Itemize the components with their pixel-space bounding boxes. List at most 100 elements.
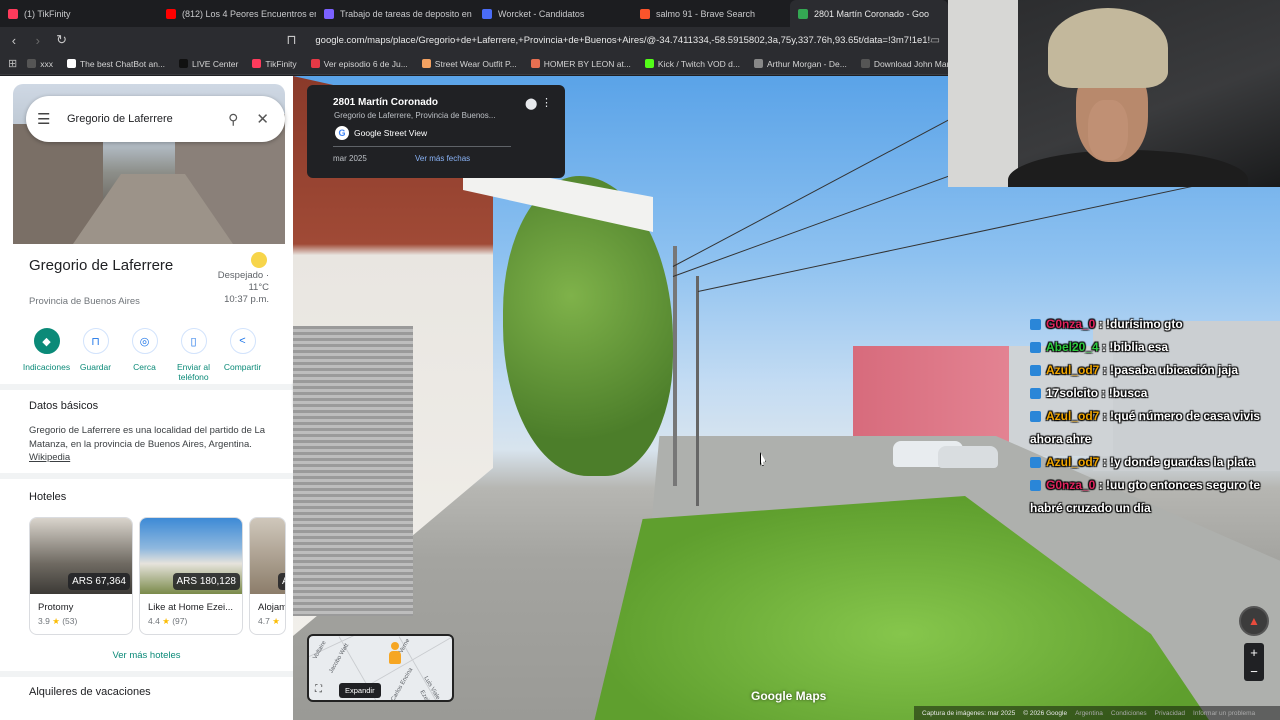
bookmark-label: Arthur Morgan - De...: [766, 58, 847, 69]
rating-value: 4.4: [148, 616, 160, 626]
hotel-card[interactable]: ARS 67,364 Protomy 3.9 ★ (53): [29, 517, 133, 635]
forward-icon[interactable]: ›: [28, 30, 48, 50]
nearby-icon: ◎: [131, 328, 158, 354]
bookmark-icon[interactable]: ⊓: [282, 30, 302, 50]
browser-tab[interactable]: salmo 91 - Brave Search: [632, 0, 790, 27]
menu-icon[interactable]: ☰: [37, 110, 53, 128]
send-to-phone-button[interactable]: ▯ Enviar al teléfono: [169, 328, 218, 382]
url-field[interactable]: google.com/maps/place/Gregorio+de+Laferr…: [315, 30, 930, 50]
nearby-button[interactable]: ◎ Cerca: [120, 328, 169, 382]
tab-favicon-icon: [798, 8, 808, 19]
search-icon[interactable]: ⚲: [228, 111, 238, 128]
review-count: (97): [172, 616, 188, 626]
chat-message: Azul_od7 : !qué número de casa vivis aho…: [1030, 405, 1280, 451]
compass-icon[interactable]: ▲: [1239, 606, 1269, 636]
star-icon: ★: [52, 616, 60, 626]
divider: [0, 384, 293, 390]
tab-label: (1) TikFinity: [24, 8, 71, 19]
platform-badge-icon: [1030, 457, 1041, 469]
tab-bar: (1) TikFinity (812) Los 4 Peores Encuentr…: [0, 0, 948, 27]
chat-message: Azul_od7 : !y donde guardas la plata: [1030, 451, 1280, 474]
action-label: Enviar al teléfono: [176, 362, 211, 382]
street-view-info-card: 2801 Martín Coronado Gregorio de Laferre…: [307, 85, 565, 178]
bookmark-favicon-icon: [421, 59, 431, 68]
bookmark-item[interactable]: Download John Mar...: [860, 58, 957, 69]
webcam-overlay: [948, 0, 1280, 187]
bookmark-label: HOMER BY LEON at...: [543, 58, 631, 69]
expand-button[interactable]: Expandir: [339, 683, 381, 698]
power-line: [697, 174, 1246, 292]
back-icon[interactable]: ‹: [4, 30, 24, 50]
chat-username: G0nza_0: [1046, 317, 1096, 331]
hotel-card[interactable]: A Alojam 4.7 ★: [249, 517, 286, 635]
browser-tab[interactable]: Worcket - Candidatos: [474, 0, 632, 27]
chat-text: : !biblia esa: [1102, 340, 1169, 354]
browser-tab[interactable]: Trabajo de tareas de deposito en Ma: [316, 0, 474, 27]
browser-tab[interactable]: 2801 Martín Coronado - Goo: [790, 0, 948, 27]
bookmark-label: Ver episodio 6 de Ju...: [323, 58, 408, 69]
footer-link[interactable]: Argentina: [1075, 710, 1103, 717]
capture-date: mar 2025: [333, 154, 367, 163]
more-options-icon[interactable]: ⋮: [541, 96, 552, 109]
tab-label: salmo 91 - Brave Search: [656, 8, 756, 19]
fullscreen-icon[interactable]: ⛶: [315, 684, 322, 695]
zoom-in-button[interactable]: +: [1244, 643, 1264, 662]
chat-message: 17solcito : !busca: [1030, 382, 1280, 405]
directions-button[interactable]: ◆ Indicaciones: [22, 328, 71, 382]
divider: [333, 146, 511, 147]
footer-link[interactable]: Privacidad: [1155, 710, 1185, 717]
save-button[interactable]: ⊓ Guardar: [71, 328, 120, 382]
utility-pole: [673, 246, 677, 486]
bookmark-label: Download John Mar...: [873, 58, 957, 69]
minimap[interactable]: Voltaire Jacobo Watt Verne Carlos Encina…: [307, 634, 454, 702]
wikipedia-link[interactable]: Wikipedia: [29, 452, 70, 463]
platform-badge-icon: [1030, 480, 1041, 492]
tab-favicon-icon: [8, 8, 18, 19]
basics-description: Gregorio de Laferrere es una localidad d…: [29, 424, 269, 465]
hotel-photo: A: [250, 518, 285, 594]
copyright: © 2026 Google: [1023, 709, 1068, 717]
hotel-photo: ARS 67,364: [30, 518, 132, 594]
bookmark-item[interactable]: LIVE Center: [179, 59, 238, 69]
action-label: Guardar: [79, 362, 112, 372]
rolling-shutter: [293, 326, 413, 616]
screen-icon[interactable]: ▭: [931, 35, 940, 46]
share-button[interactable]: < Compartir: [218, 328, 267, 382]
rating-value: 3.9: [38, 616, 50, 626]
bookmark-item[interactable]: Ver episodio 6 de Ju...: [310, 58, 408, 69]
hotel-card[interactable]: ARS 180,128 Like at Home Ezei... 4.4 ★ (…: [139, 517, 243, 635]
bookmark-label: xxx: [40, 58, 53, 69]
more-dates-link[interactable]: Ver más fechas: [415, 154, 470, 163]
address-title: 2801 Martín Coronado: [333, 97, 439, 108]
platform-badge-icon: [1030, 388, 1041, 400]
bookmark-item[interactable]: xxx: [27, 59, 53, 69]
zoom-out-button[interactable]: −: [1244, 662, 1264, 681]
bookmark-item[interactable]: Street Wear Outfit P...: [421, 59, 517, 69]
hotel-price: ARS 67,364: [68, 573, 130, 590]
apps-grid-icon[interactable]: ⊞: [8, 57, 17, 71]
bookmark-item[interactable]: TikFinity: [252, 58, 297, 69]
divider: [0, 473, 293, 479]
bookmark-label: Kick / Twitch VOD d...: [657, 58, 740, 69]
pegman-icon[interactable]: [389, 642, 401, 664]
footer-link[interactable]: Informar un problema: [1193, 710, 1255, 717]
browser-tab[interactable]: (812) Los 4 Peores Encuentros en Lug: [158, 0, 316, 27]
search-input[interactable]: Gregorio de Laferrere: [67, 113, 228, 125]
bookmark-item[interactable]: Kick / Twitch VOD d...: [644, 58, 740, 69]
bookmark-item[interactable]: The best ChatBot an...: [66, 58, 166, 69]
more-hotels-link[interactable]: Ver más hoteles: [0, 650, 293, 661]
close-icon[interactable]: ✕: [256, 110, 269, 128]
bookmark-item[interactable]: Arthur Morgan - De...: [753, 58, 847, 69]
chat-username: G0nza_0: [1046, 478, 1096, 492]
bookmark-label: The best ChatBot an...: [79, 58, 166, 69]
bookmark-label: TikFinity: [265, 58, 297, 69]
search-box[interactable]: ☰ Gregorio de Laferrere ⚲ ✕: [26, 96, 285, 142]
tab-favicon-icon: [324, 8, 334, 19]
location-pin-icon[interactable]: ⬤: [525, 97, 537, 110]
power-line: [672, 97, 992, 267]
bookmark-item[interactable]: HOMER BY LEON at...: [530, 58, 631, 69]
footer-link[interactable]: Condiciones: [1111, 710, 1147, 717]
reload-icon[interactable]: ↻: [52, 30, 72, 50]
browser-tab[interactable]: (1) TikFinity: [0, 0, 158, 27]
action-label: Compartir: [223, 362, 262, 372]
